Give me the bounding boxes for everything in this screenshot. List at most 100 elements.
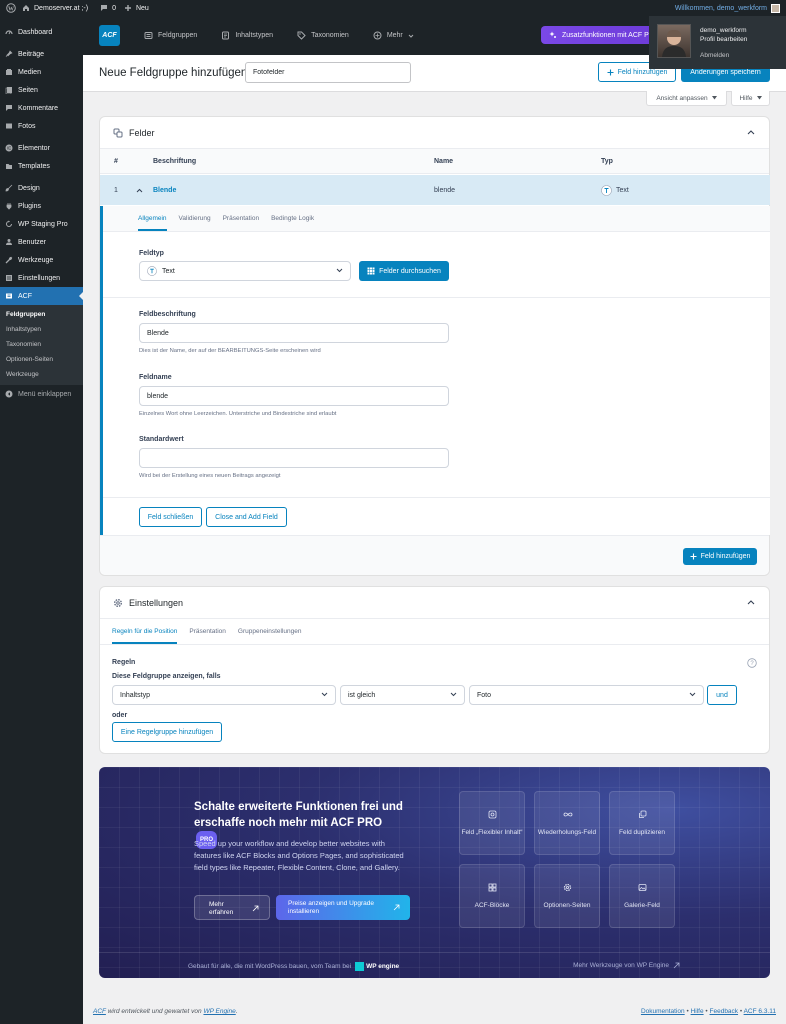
- sidebar-item-photos[interactable]: Fotos: [0, 117, 83, 135]
- acf-link[interactable]: ACF: [93, 1008, 106, 1015]
- rule-operator-select[interactable]: ist gleich: [340, 685, 465, 705]
- more-tools-link[interactable]: Mehr Werkzeuge von WP Engine: [573, 962, 680, 969]
- sidebar-item-media[interactable]: Medien: [0, 63, 83, 81]
- pages-icon: [5, 86, 13, 94]
- wp-engine-link[interactable]: WP Engine: [203, 1008, 235, 1015]
- wordpress-logo-icon[interactable]: W: [6, 3, 16, 13]
- field-type: Text: [601, 184, 629, 196]
- logout-link[interactable]: Abmelden: [700, 52, 729, 59]
- acf-submenu: Feldgruppen Inhaltstypen Taxonomien Opti…: [0, 305, 83, 385]
- sidebar-item-design[interactable]: Design: [0, 179, 83, 197]
- built-by-text: Gebaut für alle, die mit WordPress bauen…: [188, 962, 400, 971]
- field-group-title-input[interactable]: [245, 62, 411, 83]
- add-rule-group-button[interactable]: Eine Regelgruppe hinzufügen: [112, 722, 222, 742]
- divider: [103, 497, 770, 498]
- tab-general[interactable]: Allgemein: [138, 215, 167, 231]
- duplicate-icon: [638, 810, 647, 819]
- add-and-rule-button[interactable]: und: [707, 685, 737, 705]
- submenu-item-post-types[interactable]: Inhaltstypen: [0, 322, 83, 337]
- default-value-input[interactable]: [139, 448, 449, 468]
- help-link[interactable]: Hilfe: [691, 1008, 704, 1015]
- default-value-label: Standardwert: [139, 436, 184, 443]
- fields-panel-header[interactable]: Felder: [100, 117, 769, 149]
- feedback-link[interactable]: Feedback: [710, 1008, 739, 1015]
- field-type-select[interactable]: Text: [139, 261, 351, 281]
- gear-icon: [113, 598, 123, 608]
- svg-text:W: W: [8, 6, 14, 12]
- sidebar-item-acf[interactable]: ACF: [0, 287, 83, 305]
- my-account-link[interactable]: Willkommen, demo_werkform: [675, 3, 780, 13]
- sidebar-item-comments[interactable]: Kommentare: [0, 99, 83, 117]
- site-name-link[interactable]: Demoserver.at ;-): [22, 4, 88, 12]
- column-order: #: [114, 157, 118, 165]
- help-button[interactable]: Hilfe: [731, 91, 770, 106]
- screen-options-button[interactable]: Ansicht anpassen: [646, 91, 727, 106]
- help-icon[interactable]: ?: [747, 658, 757, 668]
- tab-presentation[interactable]: Präsentation: [189, 628, 226, 635]
- tab-conditional-logic[interactable]: Bedingte Logik: [271, 215, 314, 222]
- column-type: Typ: [601, 157, 613, 165]
- sidebar-item-wp-staging[interactable]: WP Staging Pro: [0, 215, 83, 233]
- promo-text: Speed up your workflow and develop bette…: [194, 839, 404, 872]
- tab-more[interactable]: Mehr: [373, 31, 414, 40]
- settings-panel-header[interactable]: Einstellungen: [100, 587, 769, 619]
- username[interactable]: demo_werkform: [700, 27, 747, 34]
- submenu-item-field-groups[interactable]: Feldgruppen: [0, 307, 83, 322]
- tab-field-groups[interactable]: Feldgruppen: [144, 31, 197, 40]
- edit-profile-link[interactable]: Profil bearbeiten: [700, 36, 747, 43]
- version-link[interactable]: ACF 6.3.11: [744, 1008, 776, 1015]
- submenu-item-tools[interactable]: Werkzeuge: [0, 367, 83, 382]
- tab-group-settings[interactable]: Gruppeneinstellungen: [238, 628, 302, 635]
- close-and-add-field-button[interactable]: Close and Add Field: [206, 507, 287, 527]
- tab-presentation[interactable]: Präsentation: [223, 215, 260, 222]
- new-content-link[interactable]: Neu: [124, 4, 149, 12]
- acf-pro-upsell: Schalte erweiterte Funktionen frei und e…: [99, 767, 770, 978]
- sidebar-item-tools[interactable]: Werkzeuge: [0, 251, 83, 269]
- field-row[interactable]: 1 Blende blende Text: [100, 175, 770, 205]
- fields-icon: [113, 128, 123, 138]
- chevron-up-icon[interactable]: [747, 599, 755, 605]
- tab-post-types[interactable]: Inhaltstypen: [221, 31, 273, 40]
- field-label-input[interactable]: Blende: [139, 323, 449, 343]
- pricing-upgrade-button[interactable]: Preise anzeigen und Upgrade installieren: [276, 895, 410, 920]
- sidebar-item-plugins[interactable]: Plugins: [0, 197, 83, 215]
- close-field-button[interactable]: Feld schließen: [139, 507, 202, 527]
- sidebar-item-templates[interactable]: Templates: [0, 157, 83, 175]
- show-if-label: Diese Feldgruppe anzeigen, falls: [112, 673, 221, 680]
- rule-value-select[interactable]: Foto: [469, 685, 704, 705]
- tab-location-rules[interactable]: Regeln für die Position: [112, 628, 178, 644]
- caret-down-icon: [711, 96, 717, 100]
- comments-link[interactable]: 0: [100, 4, 116, 12]
- submenu-item-options-pages[interactable]: Optionen-Seiten: [0, 352, 83, 367]
- admin-footer-left: ACF wird entwickelt und gewartet von WP …: [93, 1008, 238, 1015]
- sparkle-icon: [549, 31, 557, 39]
- chevron-down-icon: [408, 33, 414, 39]
- feature-gallery: Galerie-Feld: [609, 864, 675, 928]
- chevron-up-icon[interactable]: [747, 129, 755, 135]
- collapse-menu-button[interactable]: Menü einklappen: [0, 385, 83, 403]
- field-label-link[interactable]: Blende: [153, 187, 434, 194]
- submenu-item-taxonomies[interactable]: Taxonomien: [0, 337, 83, 352]
- sidebar-item-pages[interactable]: Seiten: [0, 81, 83, 99]
- fields-footer: Feld hinzufügen: [100, 535, 769, 575]
- sidebar-item-posts[interactable]: Beiträge: [0, 45, 83, 63]
- browse-fields-button[interactable]: Felder durchsuchen: [359, 261, 449, 281]
- settings-panel: Einstellungen Regeln für die Position Pr…: [99, 586, 770, 754]
- tab-taxonomies[interactable]: Taxonomien: [297, 31, 349, 40]
- rule-param-select[interactable]: Inhaltstyp: [112, 685, 336, 705]
- text-type-icon: [147, 266, 157, 276]
- sidebar-item-elementor[interactable]: Elementor: [0, 139, 83, 157]
- learn-more-button[interactable]: Mehr erfahren: [194, 895, 270, 920]
- tab-validation[interactable]: Validierung: [179, 215, 211, 222]
- field-name-input[interactable]: blende: [139, 386, 449, 406]
- documentation-link[interactable]: Dokumentation: [641, 1008, 685, 1015]
- chevron-down-icon: [689, 692, 696, 697]
- sidebar-item-settings[interactable]: Einstellungen: [0, 269, 83, 287]
- sidebar-item-dashboard[interactable]: Dashboard: [0, 23, 83, 41]
- admin-sidebar: Dashboard Beiträge Medien Seiten Komment…: [0, 16, 83, 1024]
- photo-icon: [5, 122, 13, 130]
- wp-engine-logo[interactable]: WP engine: [355, 962, 399, 971]
- sidebar-item-users[interactable]: Benutzer: [0, 233, 83, 251]
- chevron-up-icon[interactable]: [136, 188, 153, 193]
- add-field-button[interactable]: Feld hinzufügen: [683, 548, 757, 565]
